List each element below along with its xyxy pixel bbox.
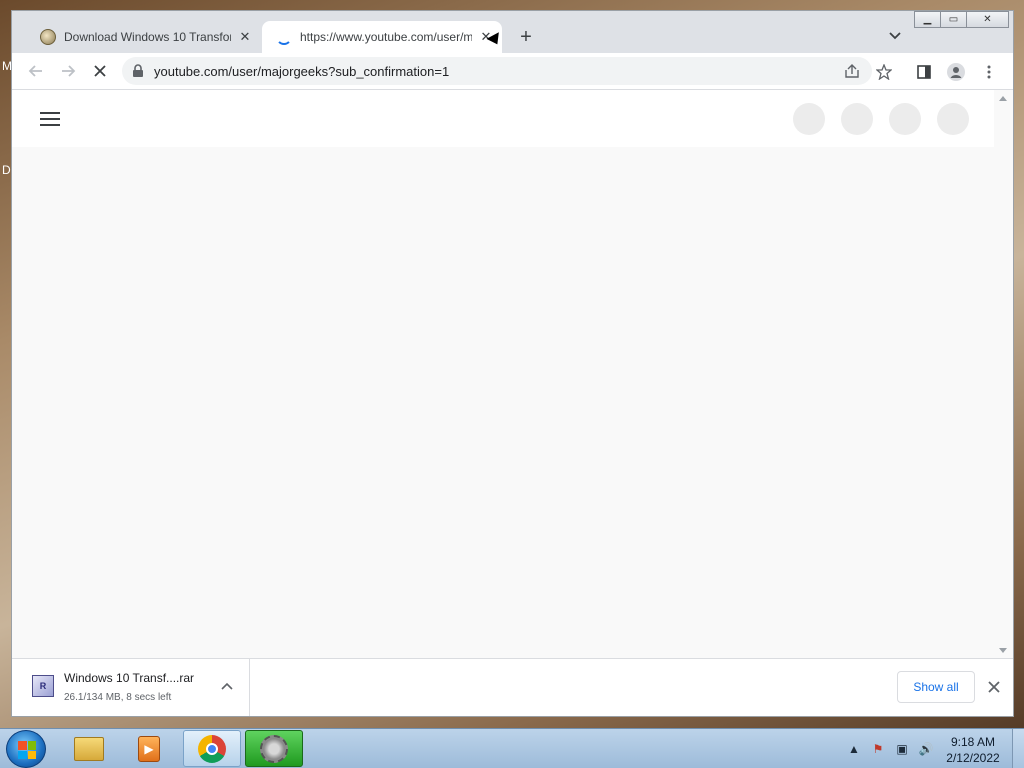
tab-inactive[interactable]: Download Windows 10 Transform ✕	[26, 21, 261, 53]
taskbar-chrome[interactable]	[183, 730, 241, 767]
show-hidden-icons-icon[interactable]: ▲	[846, 741, 862, 757]
maximize-button[interactable]: ▭	[940, 11, 967, 28]
chevron-down-icon	[889, 32, 901, 40]
show-desktop-button[interactable]	[1012, 729, 1024, 768]
close-download-bar-button[interactable]	[984, 677, 1004, 697]
new-tab-button[interactable]: +	[514, 25, 538, 49]
gear-icon	[260, 734, 288, 763]
show-all-button[interactable]: Show all	[897, 671, 975, 703]
close-icon: ✕	[983, 14, 992, 25]
lock-icon	[133, 64, 143, 77]
maximize-icon: ▭	[948, 14, 959, 25]
chevron-up-icon	[221, 682, 233, 690]
minimize-button[interactable]: ▁	[914, 11, 941, 28]
forward-arrow-icon	[62, 65, 76, 77]
profile-icon	[947, 63, 965, 81]
side-panel-icon	[917, 65, 931, 79]
side-panel-button[interactable]	[915, 63, 933, 81]
site-favicon-icon	[40, 29, 56, 45]
tab-search-button[interactable]	[886, 27, 904, 45]
taskbar-file-explorer[interactable]	[60, 730, 118, 767]
close-icon	[94, 65, 106, 77]
tab-active[interactable]: https://www.youtube.com/user/m ✕	[262, 21, 502, 53]
desktop-text-edge: D	[2, 163, 11, 177]
stop-loading-button[interactable]	[90, 61, 110, 81]
action-center-flag-icon[interactable]: ⚑	[870, 741, 886, 757]
minimize-icon: ▁	[923, 14, 932, 25]
address-url: youtube.com/user/majorgeeks?sub_confirma…	[154, 63, 450, 79]
page-viewport	[12, 89, 1013, 659]
download-item[interactable]: R Windows 10 Transf....rar 26.1/134 MB, …	[12, 659, 250, 716]
download-file-name: Windows 10 Transf....rar	[64, 671, 195, 685]
browser-toolbar: youtube.com/user/majorgeeks?sub_confirma…	[12, 53, 1013, 89]
network-icon[interactable]: ▣	[894, 741, 910, 757]
clock-time: 9:18 AM	[950, 735, 996, 749]
page-header	[12, 90, 994, 147]
profile-button[interactable]	[947, 63, 965, 81]
tab-title: Download Windows 10 Transform	[64, 30, 231, 44]
star-icon	[876, 64, 892, 80]
rar-file-icon: R	[32, 675, 54, 697]
forward-button[interactable]	[58, 61, 78, 81]
download-bar: R Windows 10 Transf....rar 26.1/134 MB, …	[12, 658, 1013, 716]
media-player-icon: ▶	[138, 735, 160, 762]
browser-window: Download Windows 10 Transform ✕ https://…	[11, 10, 1014, 717]
taskbar-media-player[interactable]: ▶	[120, 730, 178, 767]
placeholder-circle	[937, 103, 969, 135]
browser-menu-button[interactable]	[980, 63, 998, 81]
share-button[interactable]	[844, 63, 860, 79]
kebab-menu-icon	[987, 65, 991, 79]
windows-logo-icon	[18, 741, 36, 759]
placeholder-circle	[841, 103, 873, 135]
taskbar-clock[interactable]: 9:18 AM 2/12/2022	[940, 734, 1006, 766]
clock-date: 2/12/2022	[946, 751, 1000, 765]
tab-title: https://www.youtube.com/user/m	[300, 30, 472, 44]
back-button[interactable]	[26, 61, 46, 81]
window-controls: ▁ ▭ ✕	[914, 11, 1009, 28]
close-icon	[988, 681, 1000, 693]
start-button[interactable]	[6, 730, 46, 768]
download-options-button[interactable]	[220, 679, 234, 693]
scroll-down-arrow-icon[interactable]	[999, 648, 1007, 653]
chrome-icon	[198, 734, 226, 763]
vertical-scrollbar[interactable]	[994, 90, 1013, 659]
scroll-up-arrow-icon[interactable]	[999, 96, 1007, 101]
bookmark-button[interactable]	[875, 63, 893, 81]
placeholder-circle	[793, 103, 825, 135]
taskbar-transformation-pack[interactable]	[245, 730, 303, 767]
folder-icon	[74, 736, 104, 761]
share-icon	[845, 64, 859, 78]
hamburger-menu-icon[interactable]	[40, 112, 60, 126]
placeholder-circle	[889, 103, 921, 135]
system-tray: ▲ ⚑ ▣ 🔊	[846, 729, 942, 768]
close-tab-icon[interactable]: ✕	[237, 29, 253, 45]
address-bar[interactable]: youtube.com/user/majorgeeks?sub_confirma…	[122, 57, 872, 85]
taskbar: ▶ ▲ ⚑ ▣ 🔊 9:18 AM 2/12/2022	[0, 728, 1024, 768]
loading-spinner-icon	[276, 29, 292, 45]
download-status: 26.1/134 MB, 8 secs left	[64, 692, 172, 703]
close-window-button[interactable]: ✕	[966, 11, 1009, 28]
tab-strip: Download Windows 10 Transform ✕ https://…	[12, 11, 1013, 53]
volume-icon[interactable]: 🔊	[918, 741, 934, 757]
back-arrow-icon	[28, 65, 42, 77]
